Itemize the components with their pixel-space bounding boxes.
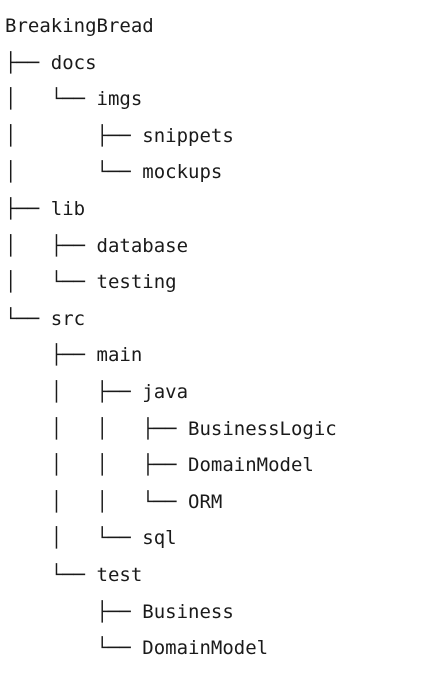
tree-node-imgs: │ └── imgs: [5, 88, 143, 111]
tree-node-mockups: │ └── mockups: [5, 161, 223, 184]
tree-node-domainmodel-test: └── DomainModel: [5, 637, 269, 660]
tree-node-domainmodel-main: │ │ ├── DomainModel: [5, 454, 314, 477]
tree-node-docs: ├── docs: [5, 51, 97, 74]
tree-node-test: └── test: [5, 563, 143, 586]
directory-tree: BreakingBread ├── docs │ └── imgs │ ├── …: [5, 8, 425, 667]
tree-node-src: └── src: [5, 307, 86, 330]
tree-node-business: ├── Business: [5, 600, 234, 623]
tree-node-orm: │ │ └── ORM: [5, 490, 223, 513]
tree-node-database: │ ├── database: [5, 234, 189, 257]
tree-node-snippets: │ ├── snippets: [5, 124, 234, 147]
tree-node-businesslogic: │ │ ├── BusinessLogic: [5, 417, 337, 440]
tree-node-java: │ ├── java: [5, 380, 189, 403]
tree-node-sql: │ └── sql: [5, 527, 177, 550]
tree-node-testing: │ └── testing: [5, 271, 177, 294]
tree-node-lib: ├── lib: [5, 197, 86, 220]
tree-node-main: ├── main: [5, 344, 143, 367]
tree-root: BreakingBread: [5, 15, 154, 37]
